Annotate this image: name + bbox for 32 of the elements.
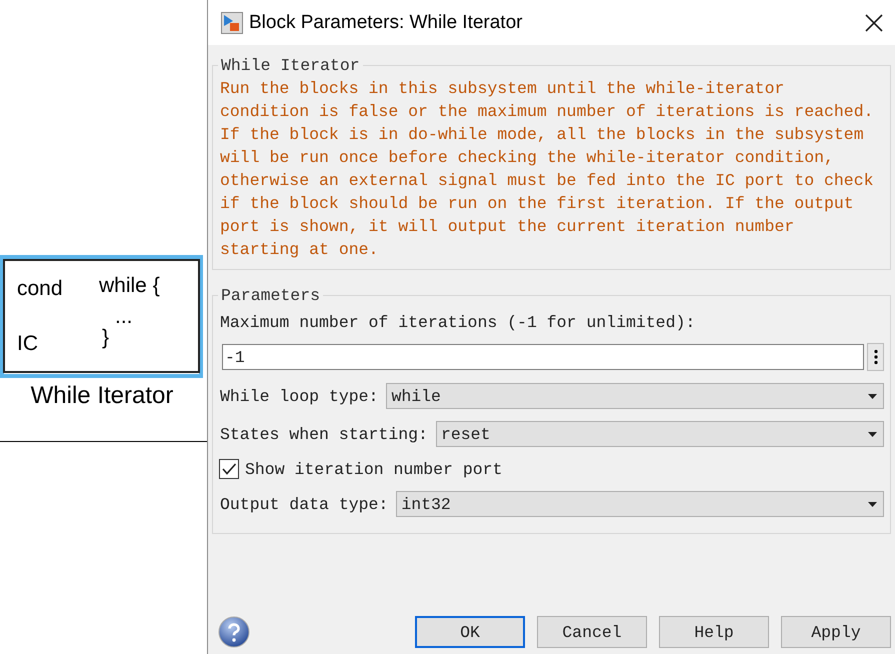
port-label: cond <box>16 276 64 300</box>
block-text: ... <box>115 306 133 327</box>
port-label: IC <box>16 332 39 356</box>
input-field[interactable]: -1 <box>222 344 864 370</box>
dialog-button[interactable]: Cancel <box>537 616 647 648</box>
checkbox[interactable] <box>219 459 239 479</box>
field-label: Maximum number of iterations (-1 for unlimited): <box>220 313 696 332</box>
block-icon <box>221 12 243 34</box>
block-name: While Iterator <box>30 382 174 410</box>
field-label: Output data type: <box>220 494 388 514</box>
dropdown-arrow-icon <box>868 502 877 506</box>
help-icon[interactable] <box>218 616 250 648</box>
dropdown-arrow-icon <box>868 432 877 436</box>
dialog-title: Block Parameters: While Iterator <box>249 12 524 34</box>
field-label: States when starting: <box>220 424 428 444</box>
dropdown[interactable]: while <box>386 383 884 409</box>
block-text: while { <box>99 275 160 296</box>
dialog-button[interactable]: Help <box>659 616 769 648</box>
block-description: Run the blocks in this subsystem until the while-iterator condition is false or the maximum number of iterations is reached. If the block is in do-while mode, all the blocks in the subsystem will be run once before checking the while-iterator condition, otherwise an external signal must be fed into the IC port to check if the block should be run on the first iteration. If the output port is shown, it will output the current iteration number starting at one. <box>220 78 875 261</box>
dialog-button[interactable]: OK <box>415 616 525 648</box>
block-text: } <box>102 327 110 348</box>
vertical-dots-icon <box>874 349 878 365</box>
while-iterator-block[interactable]: cond IC while { ... } <box>3 259 200 373</box>
more-options-button[interactable] <box>867 343 884 371</box>
group-title: Parameters <box>220 286 322 305</box>
group-title: While Iterator <box>220 56 361 75</box>
dialog-button[interactable]: Apply <box>781 616 891 648</box>
dropdown[interactable]: reset <box>436 421 884 447</box>
field-label: While loop type: <box>220 386 378 406</box>
dropdown[interactable]: int32 <box>396 491 884 517</box>
dropdown-arrow-icon <box>868 394 877 398</box>
checkbox-label: Show iteration number port <box>245 460 502 478</box>
